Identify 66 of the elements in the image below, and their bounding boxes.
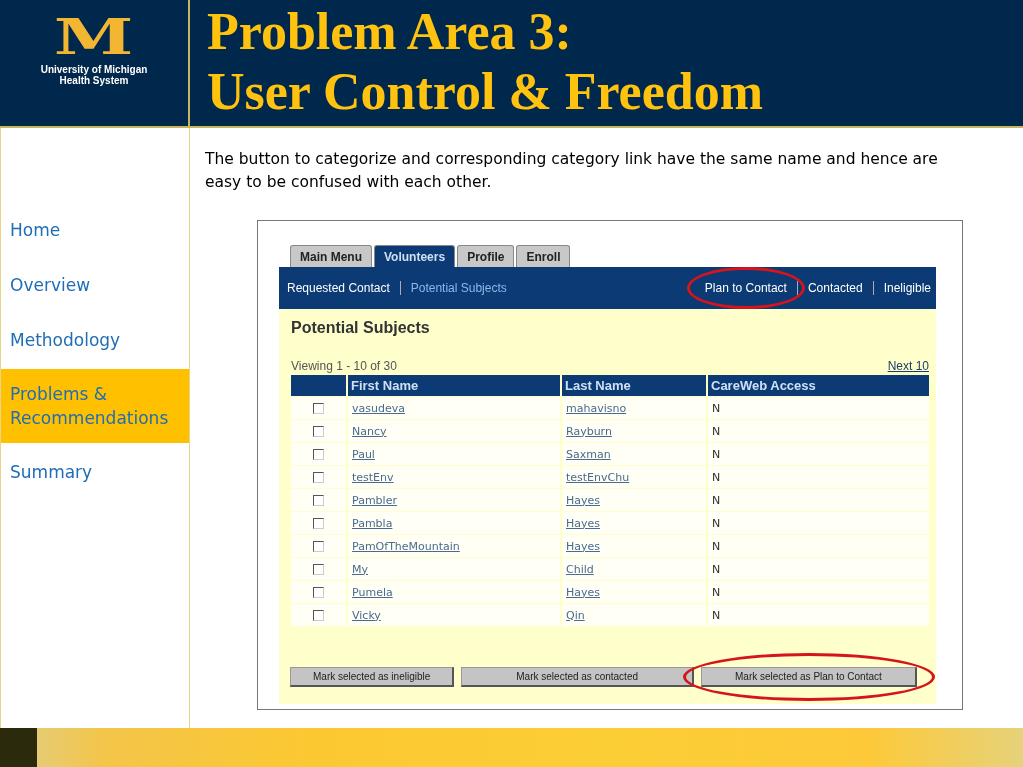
last-name-link[interactable]: Hayes xyxy=(566,493,601,507)
checkbox[interactable] xyxy=(313,517,324,529)
table-cell: N xyxy=(708,420,929,442)
tab[interactable]: Main Menu xyxy=(290,245,372,267)
last-name-link[interactable]: Hayes xyxy=(566,539,601,553)
first-name-link[interactable]: testEnv xyxy=(352,470,394,484)
nav-link[interactable]: Problems & Recommendations xyxy=(1,369,189,443)
table-cell: N xyxy=(708,397,929,419)
header-cell xyxy=(291,375,346,396)
action-button[interactable]: Mark selected as Plan to Contact xyxy=(701,667,917,687)
tab[interactable]: Volunteers xyxy=(374,245,456,267)
last-name-link[interactable]: Saxman xyxy=(566,447,611,461)
nav-link[interactable]: Home xyxy=(1,218,189,242)
checkbox[interactable] xyxy=(313,402,324,414)
first-name-link[interactable]: Paul xyxy=(352,447,375,461)
logo-text: University of Michigan Health System xyxy=(40,64,148,86)
nav-link[interactable]: Overview xyxy=(1,273,189,297)
nav-link[interactable]: Methodology xyxy=(1,328,189,352)
checkbox[interactable] xyxy=(313,448,324,460)
nav-link[interactable]: Summary xyxy=(1,460,189,484)
table-cell: N xyxy=(708,443,929,465)
table-cell: N xyxy=(708,581,929,603)
first-name-link[interactable]: Pambler xyxy=(352,493,397,507)
next-link[interactable]: Next 10 xyxy=(887,359,929,373)
first-name-link[interactable]: Pumela xyxy=(352,585,393,599)
checkbox[interactable] xyxy=(313,471,324,483)
subnav-link[interactable]: Ineligible xyxy=(883,281,931,295)
footer-square xyxy=(0,728,37,767)
action-button[interactable]: Mark selected as ineligible xyxy=(290,667,455,687)
tab[interactable]: Profile xyxy=(457,245,515,267)
first-name-link[interactable]: Vicky xyxy=(352,608,381,622)
description: The button to categorize and corresponding category link have the same name and hence are easy to be confused with each other. xyxy=(205,149,939,193)
last-name-link[interactable]: Child xyxy=(566,562,594,576)
table-cell: N xyxy=(708,604,929,626)
checkbox[interactable] xyxy=(313,425,324,437)
last-name-link[interactable]: Qin xyxy=(566,608,585,622)
slide-title: Problem Area 3: xyxy=(207,2,573,62)
header-cell: Last Name xyxy=(562,375,706,396)
table-cell: N xyxy=(708,512,929,534)
first-name-link[interactable]: Pambla xyxy=(352,516,393,530)
logo-mark: M xyxy=(54,14,134,60)
slide-title: User Control & Freedom xyxy=(207,62,763,122)
first-name-link[interactable]: My xyxy=(352,562,368,576)
table-cell: N xyxy=(708,466,929,488)
header-cell: CareWeb Access xyxy=(708,375,929,396)
subnav-link[interactable]: Potential Subjects xyxy=(410,281,507,295)
last-name-link[interactable]: Hayes xyxy=(566,516,601,530)
last-name-link[interactable]: Hayes xyxy=(566,585,601,599)
subnav-link[interactable]: Plan to Contact xyxy=(704,281,787,295)
table-cell: N xyxy=(708,489,929,511)
viewing-count: Viewing 1 - 10 of 30 xyxy=(291,359,397,373)
checkbox[interactable] xyxy=(313,563,324,575)
section-heading: Potential Subjects xyxy=(291,319,431,337)
first-name-link[interactable]: Nancy xyxy=(352,424,387,438)
header-cell: First Name xyxy=(348,375,560,396)
subnav-link[interactable]: Requested Contact xyxy=(287,281,390,295)
table-cell: N xyxy=(708,535,929,557)
table-cell: N xyxy=(708,558,929,580)
checkbox[interactable] xyxy=(313,586,324,598)
subnav-link[interactable]: Contacted xyxy=(807,281,863,295)
checkbox[interactable] xyxy=(313,609,324,621)
checkbox[interactable] xyxy=(313,494,324,506)
tab[interactable]: Enroll xyxy=(516,245,571,267)
checkbox[interactable] xyxy=(313,540,324,552)
action-button[interactable]: Mark selected as contacted xyxy=(461,667,694,687)
first-name-link[interactable]: vasudeva xyxy=(352,401,405,415)
